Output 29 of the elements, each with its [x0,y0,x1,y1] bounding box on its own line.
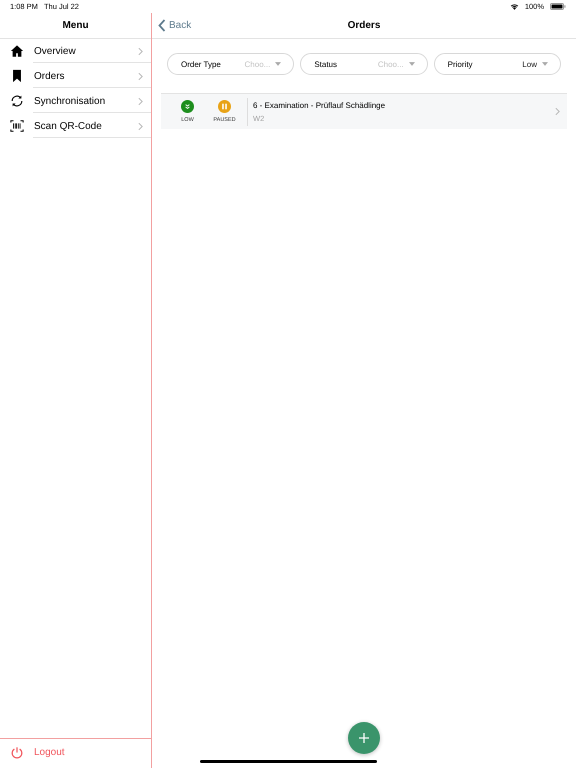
filter-dropdown[interactable]: Priority Low [434,53,561,75]
menu-item[interactable]: Scan QR-Code [0,114,151,139]
page-title: Orders [348,20,380,31]
menu-item[interactable]: Overview [0,39,151,64]
caret-icon [275,62,282,66]
menu-item[interactable]: Synchronisation [0,89,151,114]
add-button[interactable] [348,722,380,754]
chevron-icon [138,46,143,56]
back-button[interactable]: Back [158,19,192,32]
order-title: 6 - Examination - Prüflauf Schädlinge [253,100,386,110]
filter-dropdown[interactable]: Order Type Choo... [167,53,294,75]
power-icon [10,746,24,760]
chevron-icon [138,122,143,130]
bookmark-icon [10,69,24,83]
menu-item[interactable]: Orders [0,64,151,89]
battery-icon [550,3,566,10]
menu-title: Menu [62,20,89,31]
chevron-icon [555,107,560,116]
filter-dropdown[interactable]: Status Choo... [300,53,428,75]
chevron-icon [138,96,143,106]
chevron-icon [138,72,143,80]
sync-icon [10,94,24,108]
wifi-icon [510,3,519,10]
caret-icon [542,62,548,66]
plus-icon [359,733,369,743]
back-chevron-icon [158,19,166,32]
home-icon [10,44,24,58]
barcode-icon [10,119,24,133]
caret-icon [408,62,415,66]
